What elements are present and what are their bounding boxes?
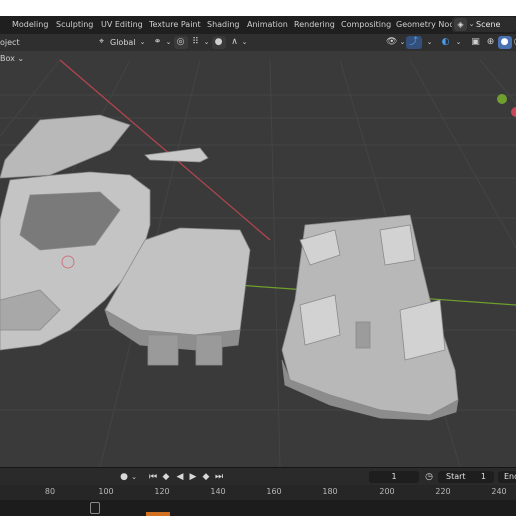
- chevron-down-icon: ⌄: [426, 38, 433, 46]
- timeline-header: ● ⌄ ⏮ ◆ ◀ ▶ ◆ ⏭ 1 ◷ Start 1 End: [0, 467, 516, 486]
- prev-keyframe-icon[interactable]: ◆: [160, 471, 172, 483]
- end-frame-field[interactable]: End: [498, 471, 516, 483]
- select-mode-dropdown[interactable]: Box ⌄: [0, 53, 24, 65]
- snap-toggle[interactable]: ◎: [174, 36, 188, 49]
- wireframe-shading-icon[interactable]: ⊕: [485, 37, 496, 48]
- gizmo-icon: ⤴: [408, 37, 418, 47]
- chevron-down-icon: ⌄: [455, 38, 462, 46]
- solid-shading-icon: ●: [500, 37, 509, 47]
- solid-shading-toggle[interactable]: ●: [498, 36, 512, 49]
- xray-icon[interactable]: ▣: [470, 37, 481, 48]
- ruler-tick: 200: [379, 487, 395, 496]
- tab-animation[interactable]: Animation: [247, 18, 288, 32]
- chevron-down-icon: ⌄: [131, 473, 137, 481]
- proportional-edit-toggle[interactable]: ●: [212, 36, 226, 49]
- play-icon[interactable]: ▶: [187, 471, 199, 483]
- proportional-icon: ●: [214, 37, 223, 47]
- tab-sculpting[interactable]: Sculpting: [56, 18, 93, 32]
- keyframe-dot-icon[interactable]: ●: [118, 471, 130, 483]
- current-frame-field[interactable]: 1: [369, 471, 419, 483]
- chevron-down-icon: ⌄: [241, 38, 248, 46]
- tab-rendering[interactable]: Rendering: [294, 18, 335, 32]
- start-frame-label: Start: [446, 472, 466, 481]
- window-top-strip: [0, 0, 516, 16]
- tab-compositing[interactable]: Compositing: [341, 18, 391, 32]
- chevron-down-icon: ⌄: [17, 54, 25, 63]
- ruler-tick: 100: [98, 487, 114, 496]
- tool-header: Box ⌄: [0, 51, 516, 67]
- tab-geometry-nodes[interactable]: Geometry Noc: [396, 18, 454, 32]
- 3d-viewport[interactable]: Box ⌄: [0, 51, 516, 467]
- tab-texture-paint[interactable]: Texture Paint: [149, 18, 201, 32]
- tab-shading[interactable]: Shading: [207, 18, 240, 32]
- chevron-down-icon: ⌄: [165, 38, 172, 46]
- ruler-tick: 140: [210, 487, 226, 496]
- visibility-eye-icon[interactable]: 👁: [386, 37, 397, 48]
- pivot-point-icon[interactable]: ⚭: [152, 37, 163, 48]
- object-menu[interactable]: oject: [0, 34, 20, 51]
- start-frame-value: 1: [480, 472, 486, 481]
- ruler-tick: 180: [322, 487, 338, 496]
- timeline-ruler[interactable]: 80 100 120 140 160 180 200 220 240: [0, 485, 516, 500]
- timeline-track[interactable]: [0, 500, 516, 516]
- workspace-tab-bar: Modeling Sculpting UV Editing Texture Pa…: [0, 16, 516, 35]
- gizmo-toggle[interactable]: ⤴: [406, 36, 422, 49]
- clock-icon[interactable]: ◷: [423, 471, 435, 483]
- ruler-tick: 220: [435, 487, 451, 496]
- tab-modeling[interactable]: Modeling: [12, 18, 48, 32]
- ruler-tick: 120: [154, 487, 170, 496]
- select-mode-label: Box: [0, 54, 15, 63]
- rear-spoiler-mesh: [144, 147, 209, 163]
- tab-uv-editing[interactable]: UV Editing: [101, 18, 143, 32]
- orientation-dropdown[interactable]: Global: [110, 34, 136, 51]
- marker-handle[interactable]: [90, 502, 100, 514]
- jump-start-icon[interactable]: ⏮: [147, 471, 159, 483]
- next-keyframe-icon[interactable]: ◆: [200, 471, 212, 483]
- jump-end-icon[interactable]: ⏭: [213, 471, 225, 483]
- scene-selector[interactable]: ◈ ⌄ Scene: [452, 17, 516, 32]
- transform-orientation-icon: ⌖: [98, 37, 105, 47]
- viewport-canvas: [0, 59, 516, 467]
- chevron-down-icon: ⌄: [139, 38, 146, 46]
- ruler-tick: 240: [491, 487, 507, 496]
- ruler-tick: 80: [44, 487, 56, 496]
- magnet-icon: ◎: [176, 37, 185, 47]
- viewport-header: oject ⌖ Global ⌄ ⚭ ⌄ ◎ ⠿ ⌄ ● ∧ ⌄ 👁 ⌄ ⤴ ⌄…: [0, 34, 516, 51]
- chassis-mesh: [281, 214, 459, 421]
- ruler-tick: 160: [266, 487, 282, 496]
- material-shading-icon[interactable]: ◔: [512, 37, 516, 48]
- gizmo-x-axis-dot: [511, 107, 516, 117]
- snap-target-icon[interactable]: ⠿: [190, 37, 201, 48]
- scene-name: Scene: [476, 20, 501, 29]
- play-reverse-icon[interactable]: ◀: [174, 471, 186, 483]
- gizmo-y-axis-dot: [497, 94, 507, 104]
- start-frame-field[interactable]: Start 1: [438, 471, 494, 483]
- chevron-down-icon: ⌄: [203, 38, 210, 46]
- overlays-icon[interactable]: ◐: [440, 37, 451, 48]
- playhead-indicator[interactable]: [146, 512, 170, 516]
